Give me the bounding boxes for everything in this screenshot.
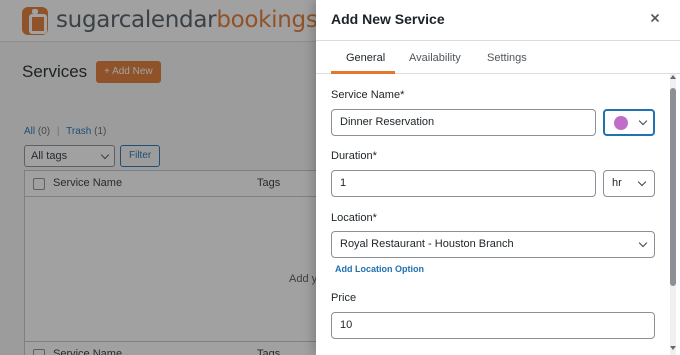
location-select-value: Royal Restaurant - Houston Branch [340,238,514,250]
chevron-down-icon [638,116,648,126]
panel-scrollbar-thumb[interactable] [670,88,676,286]
location-label: Location* [331,212,377,224]
scroll-down-arrow-icon[interactable] [670,346,676,350]
scroll-up-arrow-icon[interactable] [670,75,676,79]
duration-label: Duration* [331,150,377,162]
chevron-down-icon [638,238,648,248]
duration-input[interactable]: 1 [331,170,596,197]
tab-availability[interactable]: Availability [409,42,461,74]
location-select[interactable]: Royal Restaurant - Houston Branch [331,231,655,258]
duration-unit-value: hr [612,177,622,189]
duration-unit-select[interactable]: hr [603,170,655,197]
tab-settings[interactable]: Settings [487,42,527,74]
add-new-service-panel: Add New Service General Availability Set… [316,0,680,355]
close-icon[interactable] [648,11,662,25]
price-input[interactable]: 10 [331,312,655,339]
panel-tabs: General Availability Settings [316,42,680,74]
price-label: Price [331,292,357,304]
active-tab-indicator [331,71,395,74]
add-location-option-link[interactable]: Add Location Option [335,264,424,274]
panel-header: Add New Service [316,0,680,41]
service-name-input[interactable]: Dinner Reservation [331,109,596,136]
selected-color-swatch [614,116,628,130]
service-name-label: Service Name* [331,89,405,101]
chevron-down-icon [637,177,647,187]
color-picker[interactable] [603,109,655,136]
tab-general[interactable]: General [346,42,385,74]
panel-title: Add New Service [331,11,445,27]
